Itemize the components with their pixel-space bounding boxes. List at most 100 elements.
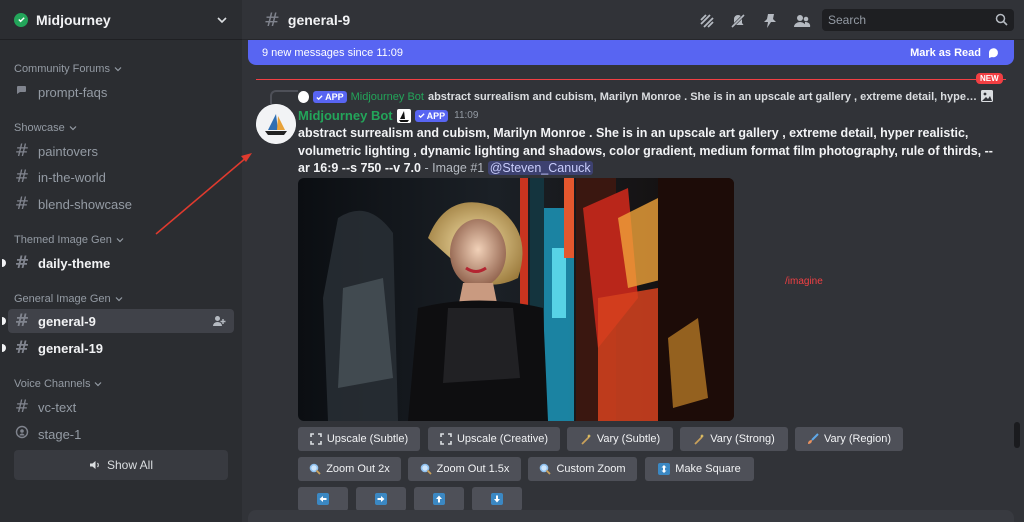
forum-icon [14,82,30,102]
pan-up-button[interactable] [414,487,464,511]
reply-author: Midjourney Bot [350,91,424,103]
vary-region-button[interactable]: Vary (Region) [795,427,903,451]
hash-icon: # [14,167,30,187]
custom-zoom-button[interactable]: Custom Zoom [528,457,637,481]
message-body: abstract surrealism and cubism, Marilyn … [298,125,998,178]
pan-down-button[interactable] [472,487,522,511]
chevron-down-icon [95,382,102,387]
vary-strong-button[interactable]: Vary (Strong) [680,427,788,451]
show-all-label: Show All [106,458,154,472]
make-square-button[interactable]: Make Square [645,457,754,481]
chevron-down-icon [116,238,124,243]
upscale-subtle-button[interactable]: Upscale (Subtle) [298,427,420,451]
button-label: Zoom Out 2x [326,463,390,475]
expand-icon [440,433,452,445]
category-voice-channels[interactable]: Voice Channels [14,378,102,390]
message-composer[interactable] [248,510,1014,522]
new-badge: NEW [976,73,1003,84]
new-messages-text: 9 new messages since 11:09 [262,46,404,59]
generated-image[interactable] [298,178,734,421]
message-time: 11:09 [454,110,479,121]
sidebar-item-paintovers[interactable]: # paintovers [8,139,234,163]
search-icon [995,13,1008,26]
button-label: Vary (Region) [823,433,892,445]
zoom-out-1-5x-button[interactable]: Zoom Out 1.5x [408,457,521,481]
button-label: Vary (Strong) [710,433,775,445]
server-header[interactable]: Midjourney [0,0,242,40]
scrollbar-thumb[interactable] [1014,422,1020,448]
button-label: Upscale (Creative) [456,433,549,445]
pin-icon[interactable] [761,12,779,30]
app-badge-label: APP [325,92,344,102]
sidebar-item-vc-text[interactable]: # vc-text [8,395,234,419]
chevron-down-icon [114,67,122,72]
members-icon[interactable] [793,12,811,30]
sidebar-item-blend-showcase[interactable]: # blend-showcase [8,192,234,216]
app-badge-label: APP [426,110,446,121]
magic-wand-icon [694,434,705,445]
channel-label: stage-1 [38,426,82,442]
sidebar-item-general-19[interactable]: # general-19 [2,336,234,360]
category-general-image-gen[interactable]: General Image Gen [14,293,123,305]
reply-preview[interactable]: APP Midjourney Bot abstract surrealism a… [298,89,978,105]
prompt-text: abstract surrealism and cubism, Marilyn … [298,126,993,175]
reply-avatar [298,91,310,103]
magic-wand-icon [581,434,591,445]
button-label: Make Square [675,463,741,475]
zoom-out-2x-button[interactable]: Zoom Out 2x [298,457,401,481]
expand-icon [310,433,322,445]
category-showcase[interactable]: Showcase [14,122,77,134]
unread-indicator [2,344,6,352]
upscale-creative-button[interactable]: Upscale (Creative) [428,427,560,451]
search-input[interactable]: Search [822,9,1014,31]
bot-avatar[interactable] [256,104,296,144]
button-label: Custom Zoom [556,463,626,475]
stage-icon [14,424,30,444]
hash-icon: # [14,141,30,161]
threads-icon[interactable] [698,12,716,30]
hash-icon: # [264,8,280,31]
pan-right-button[interactable] [356,487,406,511]
add-member-icon[interactable] [212,314,226,328]
channel-label: in-the-world [38,169,106,185]
button-label: Upscale (Subtle) [326,433,409,445]
pan-left-button[interactable] [298,487,348,511]
chevron-down-icon[interactable] [216,14,228,26]
reply-text: abstract surrealism and cubism, Marilyn … [427,91,978,103]
sidebar-item-daily-theme[interactable]: # daily-theme [2,251,234,275]
user-mention[interactable]: @Steven_Canuck [487,161,593,175]
sidebar-item-general-9[interactable]: # general-9 [2,309,234,333]
image-index-text: - Image #1 [421,161,488,175]
mark-read-icon [988,48,998,58]
chevron-down-icon [69,126,77,131]
arrow-right-icon [375,493,387,505]
hash-icon: # [14,311,30,331]
unread-indicator [2,259,6,267]
category-community-forums[interactable]: Community Forums [14,63,122,75]
arrow-left-icon [317,493,329,505]
new-messages-divider [256,79,1006,80]
image-icon[interactable] [980,89,994,103]
category-label: Showcase [14,122,65,134]
mute-bell-icon[interactable] [729,12,747,30]
channel-label: daily-theme [38,255,111,271]
speaker-icon [89,461,99,469]
sidebar-item-stage-1[interactable]: stage-1 [8,422,234,446]
sidebar-item-prompt-faqs[interactable]: prompt-faqs [8,80,234,104]
sidebar-item-in-the-world[interactable]: # in-the-world [8,165,234,189]
mark-as-read-button[interactable]: Mark as Read [910,46,1000,59]
category-label: Community Forums [14,63,110,75]
paintbrush-icon [807,433,819,444]
arrow-up-icon [433,493,445,505]
category-themed-image-gen[interactable]: Themed Image Gen [14,234,124,246]
new-messages-bar[interactable]: 9 new messages since 11:09 Mark as Read [248,40,1014,65]
app-badge: APP [313,91,347,103]
reply-connector [270,90,298,104]
bot-emblem-icon [396,108,411,123]
message-author[interactable]: Midjourney Bot [298,108,393,123]
chat-area: # general-9 Search 9 new messages since … [242,0,1024,522]
show-all-button[interactable]: Show All [14,450,228,480]
hash-icon: # [14,397,30,417]
vary-subtle-button[interactable]: Vary (Subtle) [567,427,673,451]
server-name: Midjourney [36,11,111,28]
